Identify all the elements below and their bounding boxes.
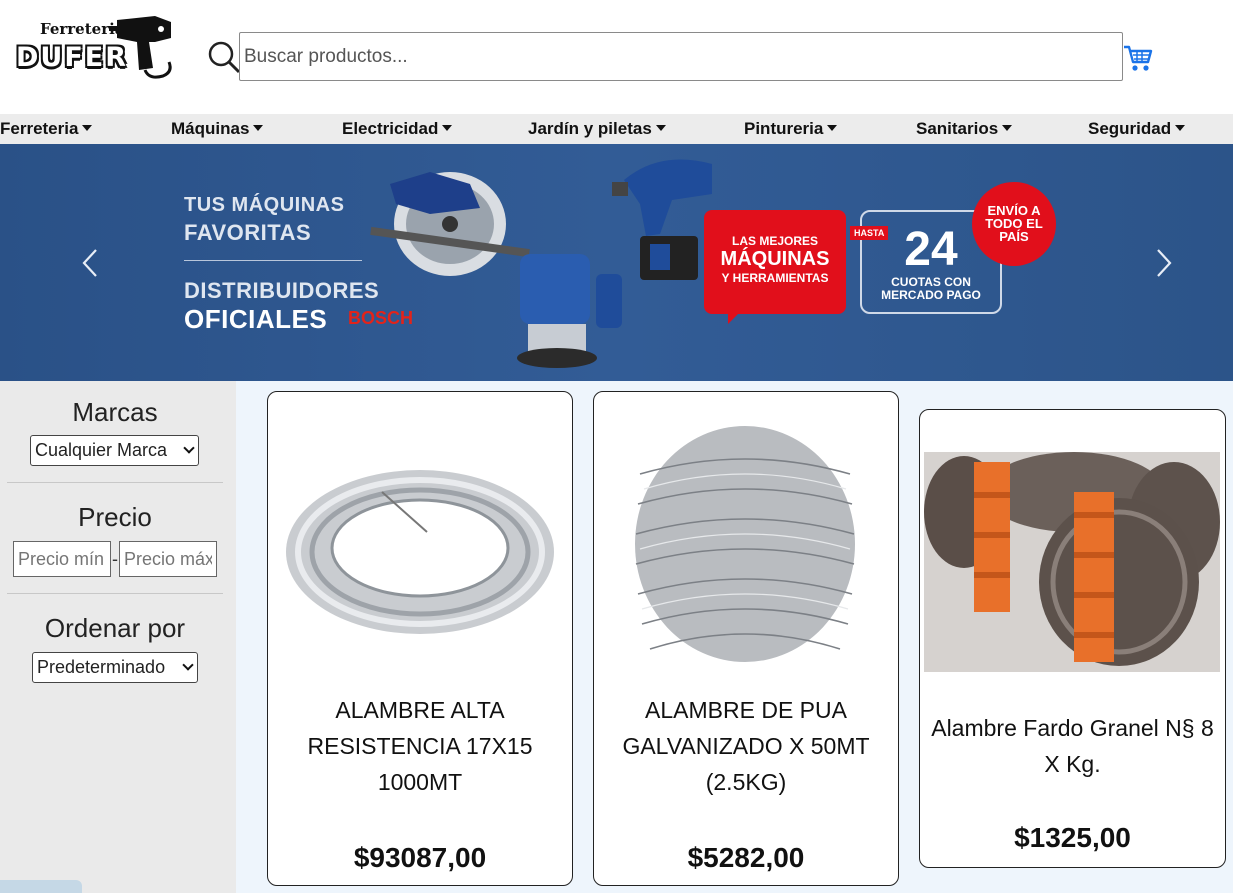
promo-best-machines-badge: LAS MEJORES MÁQUINAS Y HERRAMIENTAS [704, 210, 846, 314]
nav-item-label: Sanitarios [916, 119, 999, 138]
chevron-down-icon [182, 659, 194, 671]
price-range-dash: - [112, 549, 118, 569]
brand-select-value: Cualquier Marca [35, 440, 168, 460]
caret-down-icon [442, 125, 453, 131]
price-title: Precio [78, 502, 152, 532]
nav-item-jardin[interactable]: Jardín y piletas [528, 114, 666, 144]
brand-select[interactable]: Cualquier Marca [30, 435, 199, 466]
caret-down-icon [82, 125, 93, 131]
nav-item-seguridad[interactable]: Seguridad [1088, 114, 1186, 144]
nav-item-pintureria[interactable]: Pintureria [744, 114, 838, 144]
price-max-input[interactable] [119, 541, 217, 577]
product-card[interactable]: Alambre Fardo Granel N§ 8 X Kg. $1325,00 [919, 409, 1226, 868]
nav-item-electricidad[interactable]: Electricidad [342, 114, 453, 144]
promo-small-text-2: Y HERRAMIENTAS [721, 271, 829, 285]
search-input[interactable] [239, 32, 1123, 81]
caret-down-icon [827, 125, 838, 131]
product-name: ALAMBRE DE PUA GALVANIZADO X 50MT (2.5KG… [622, 697, 870, 795]
category-nav: Ferreteria Máquinas Electricidad Jardín … [0, 114, 1233, 144]
caret-down-icon [1002, 125, 1013, 131]
product-image [635, 426, 855, 662]
nav-item-label: Jardín y piletas [528, 119, 652, 138]
nav-item-label: Electricidad [342, 119, 439, 138]
store-logo[interactable]: Ferreteria DUFER [14, 12, 180, 84]
product-grid: ALAMBRE ALTA RESISTENCIA 17X15 1000MT $9… [236, 381, 1233, 893]
filter-divider [7, 482, 223, 483]
drill-logo-icon [109, 16, 172, 79]
shopping-cart-icon[interactable] [1122, 42, 1154, 74]
footer-copyright-badge [0, 880, 82, 893]
filter-divider [7, 593, 223, 594]
nav-item-label: Pintureria [744, 119, 824, 138]
chevron-down-icon [183, 442, 195, 454]
promo-big-text: MÁQUINAS [720, 248, 830, 270]
price-min-input[interactable] [13, 541, 111, 577]
nav-item-label: Seguridad [1088, 119, 1172, 138]
product-name: Alambre Fardo Granel N§ 8 X Kg. [931, 715, 1214, 777]
promo-carousel[interactable]: TUS MÁQUINAS FAVORITAS DISTRIBUIDORES OF… [0, 144, 1233, 381]
promo-small-text: LAS MEJORES [731, 234, 818, 248]
power-tools-image [370, 159, 712, 368]
installments-text-2: MERCADO PAGO [881, 288, 981, 302]
product-price: $5282,00 [687, 842, 805, 873]
brands-title: Marcas [72, 397, 158, 427]
nav-item-label: Máquinas [171, 119, 250, 138]
caret-down-icon [253, 125, 264, 131]
product-name: ALAMBRE ALTA RESISTENCIA 17X15 1000MT [307, 697, 533, 795]
shipping-text-3: PAÍS [999, 229, 1029, 244]
search-icon[interactable] [207, 40, 241, 74]
product-price: $1325,00 [1014, 822, 1131, 853]
nav-item-label: Ferreteria [0, 119, 79, 138]
sort-select[interactable]: Predeterminado [32, 652, 198, 683]
product-image [286, 470, 554, 634]
promo-badge-tail [728, 310, 742, 324]
product-price: $93087,00 [353, 842, 487, 873]
nav-item-maquinas[interactable]: Máquinas [171, 114, 264, 144]
caret-down-icon [1175, 125, 1186, 131]
hasta-label: HASTA [850, 226, 889, 240]
sort-select-value: Predeterminado [37, 657, 166, 677]
nav-item-sanitarios[interactable]: Sanitarios [916, 114, 1013, 144]
product-card[interactable]: ALAMBRE ALTA RESISTENCIA 17X15 1000MT $9… [267, 391, 573, 886]
site-header: Ferreteria DUFER [0, 0, 1233, 114]
product-image [924, 452, 1220, 672]
product-card[interactable]: ALAMBRE DE PUA GALVANIZADO X 50MT (2.5KG… [593, 391, 899, 886]
nav-item-ferreteria[interactable]: Ferreteria [0, 114, 93, 144]
sort-title: Ordenar por [44, 613, 186, 643]
shipping-badge: ENVÍO A TODO EL PAÍS [972, 182, 1056, 266]
filter-sidebar: Marcas Cualquier Marca Precio - Ordenar … [0, 381, 236, 893]
caret-down-icon [655, 125, 666, 131]
